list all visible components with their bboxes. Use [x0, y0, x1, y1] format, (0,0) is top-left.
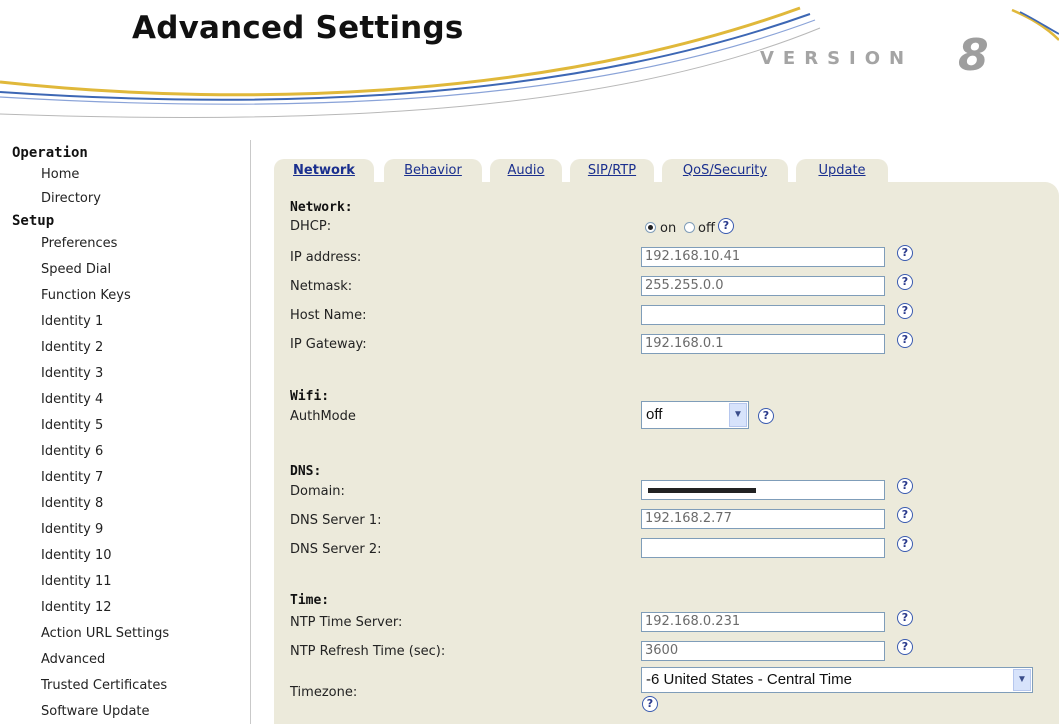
timezone-select[interactable]: -6 United States - Central Time ▼ [641, 667, 1033, 693]
sidebar-item-identity-2[interactable]: Identity 2 [0, 335, 250, 361]
sidebar-item-trusted-certificates[interactable]: Trusted Certificates [0, 673, 250, 699]
netmask-input[interactable]: 255.255.0.0 [641, 276, 885, 296]
dns-server-1-label: DNS Server 1: [290, 513, 382, 528]
settings-tabs: Network Behavior Audio SIP/RTP QoS/Secur… [274, 153, 894, 183]
ip-gateway-help-icon[interactable]: ? [897, 332, 913, 348]
host-name-label: Host Name: [290, 308, 367, 323]
sidebar-item-software-update[interactable]: Software Update [0, 699, 250, 725]
netmask-help-icon[interactable]: ? [897, 274, 913, 290]
authmode-label: AuthMode [290, 409, 356, 424]
sidebar-section-operation: Operation [12, 145, 88, 161]
dhcp-on-radio[interactable] [645, 222, 656, 233]
dns-heading: DNS: [290, 464, 322, 479]
sidebar-item-advanced[interactable]: Advanced [0, 647, 250, 673]
page-title: Advanced Settings [132, 10, 464, 46]
tab-update[interactable]: Update [796, 159, 888, 183]
dhcp-on-label: on [660, 221, 677, 236]
sidebar-item-function-keys[interactable]: Function Keys [0, 283, 250, 309]
ntp-server-help-icon[interactable]: ? [897, 610, 913, 626]
ntp-refresh-help-icon[interactable]: ? [897, 639, 913, 655]
domain-help-icon[interactable]: ? [897, 478, 913, 494]
tab-audio[interactable]: Audio [490, 159, 562, 183]
version-label: VERSION [760, 48, 914, 69]
sidebar-item-directory[interactable]: Directory [0, 187, 250, 211]
sidebar-item-identity-12[interactable]: Identity 12 [0, 595, 250, 621]
sidebar-item-identity-3[interactable]: Identity 3 [0, 361, 250, 387]
authmode-help-icon[interactable]: ? [758, 408, 774, 424]
sidebar-item-identity-1[interactable]: Identity 1 [0, 309, 250, 335]
network-heading: Network: [290, 200, 353, 215]
host-name-help-icon[interactable]: ? [897, 303, 913, 319]
sidebar-item-identity-9[interactable]: Identity 9 [0, 517, 250, 543]
sidebar-item-identity-7[interactable]: Identity 7 [0, 465, 250, 491]
authmode-selected-value: off [646, 406, 663, 423]
time-heading: Time: [290, 593, 330, 608]
ntp-refresh-input[interactable]: 3600 [641, 641, 885, 661]
dhcp-off-label: off [698, 221, 715, 236]
sidebar-item-identity-5[interactable]: Identity 5 [0, 413, 250, 439]
timezone-label: Timezone: [290, 685, 358, 700]
dhcp-label: DHCP: [290, 219, 332, 234]
wifi-heading: Wifi: [290, 389, 330, 404]
ip-gateway-input[interactable]: 192.168.0.1 [641, 334, 885, 354]
dhcp-off-radio[interactable] [684, 222, 695, 233]
netmask-label: Netmask: [290, 279, 353, 294]
domain-input[interactable] [641, 480, 885, 500]
sidebar-section-setup: Setup [12, 213, 55, 229]
sidebar-item-identity-8[interactable]: Identity 8 [0, 491, 250, 517]
dns-server-2-label: DNS Server 2: [290, 542, 382, 557]
domain-label: Domain: [290, 484, 345, 499]
sidebar-item-identity-4[interactable]: Identity 4 [0, 387, 250, 413]
ntp-refresh-label: NTP Refresh Time (sec): [290, 644, 446, 659]
sidebar-item-action-url-settings[interactable]: Action URL Settings [0, 621, 250, 647]
tab-network[interactable]: Network [274, 159, 374, 183]
sidebar-item-identity-10[interactable]: Identity 10 [0, 543, 250, 569]
sidebar-item-home[interactable]: Home [0, 163, 250, 187]
authmode-select[interactable]: off ▼ [641, 401, 749, 429]
ip-address-label: IP address: [290, 250, 362, 265]
ip-address-help-icon[interactable]: ? [897, 245, 913, 261]
timezone-selected-value: -6 United States - Central Time [646, 671, 852, 688]
ip-address-input[interactable]: 192.168.10.41 [641, 247, 885, 267]
ntp-server-label: NTP Time Server: [290, 615, 403, 630]
dns-server-2-help-icon[interactable]: ? [897, 536, 913, 552]
chevron-down-icon[interactable]: ▼ [1013, 669, 1031, 691]
dns-server-1-input[interactable]: 192.168.2.77 [641, 509, 885, 529]
header: Advanced Settings VERSION 8 [0, 0, 1059, 140]
dhcp-help-icon[interactable]: ? [718, 218, 734, 234]
sidebar-item-identity-6[interactable]: Identity 6 [0, 439, 250, 465]
dns-server-1-help-icon[interactable]: ? [897, 507, 913, 523]
sidebar-item-preferences[interactable]: Preferences [0, 231, 250, 257]
settings-panel: Network: DHCP: on off ? IP address: 192.… [274, 182, 1059, 724]
tab-sip-rtp[interactable]: SIP/RTP [570, 159, 654, 183]
chevron-down-icon[interactable]: ▼ [729, 403, 747, 427]
tab-behavior[interactable]: Behavior [384, 159, 482, 183]
tab-qos-security[interactable]: QoS/Security [662, 159, 788, 183]
host-name-input[interactable] [641, 305, 885, 325]
redacted-bar [648, 488, 756, 493]
version-number: 8 [958, 30, 989, 81]
timezone-help-icon[interactable]: ? [642, 696, 658, 712]
sidebar-item-identity-11[interactable]: Identity 11 [0, 569, 250, 595]
sidebar-nav: Operation Home Directory Setup Preferenc… [0, 140, 251, 724]
dns-server-2-input[interactable] [641, 538, 885, 558]
ntp-server-input[interactable]: 192.168.0.231 [641, 612, 885, 632]
ip-gateway-label: IP Gateway: [290, 337, 367, 352]
sidebar-item-speed-dial[interactable]: Speed Dial [0, 257, 250, 283]
